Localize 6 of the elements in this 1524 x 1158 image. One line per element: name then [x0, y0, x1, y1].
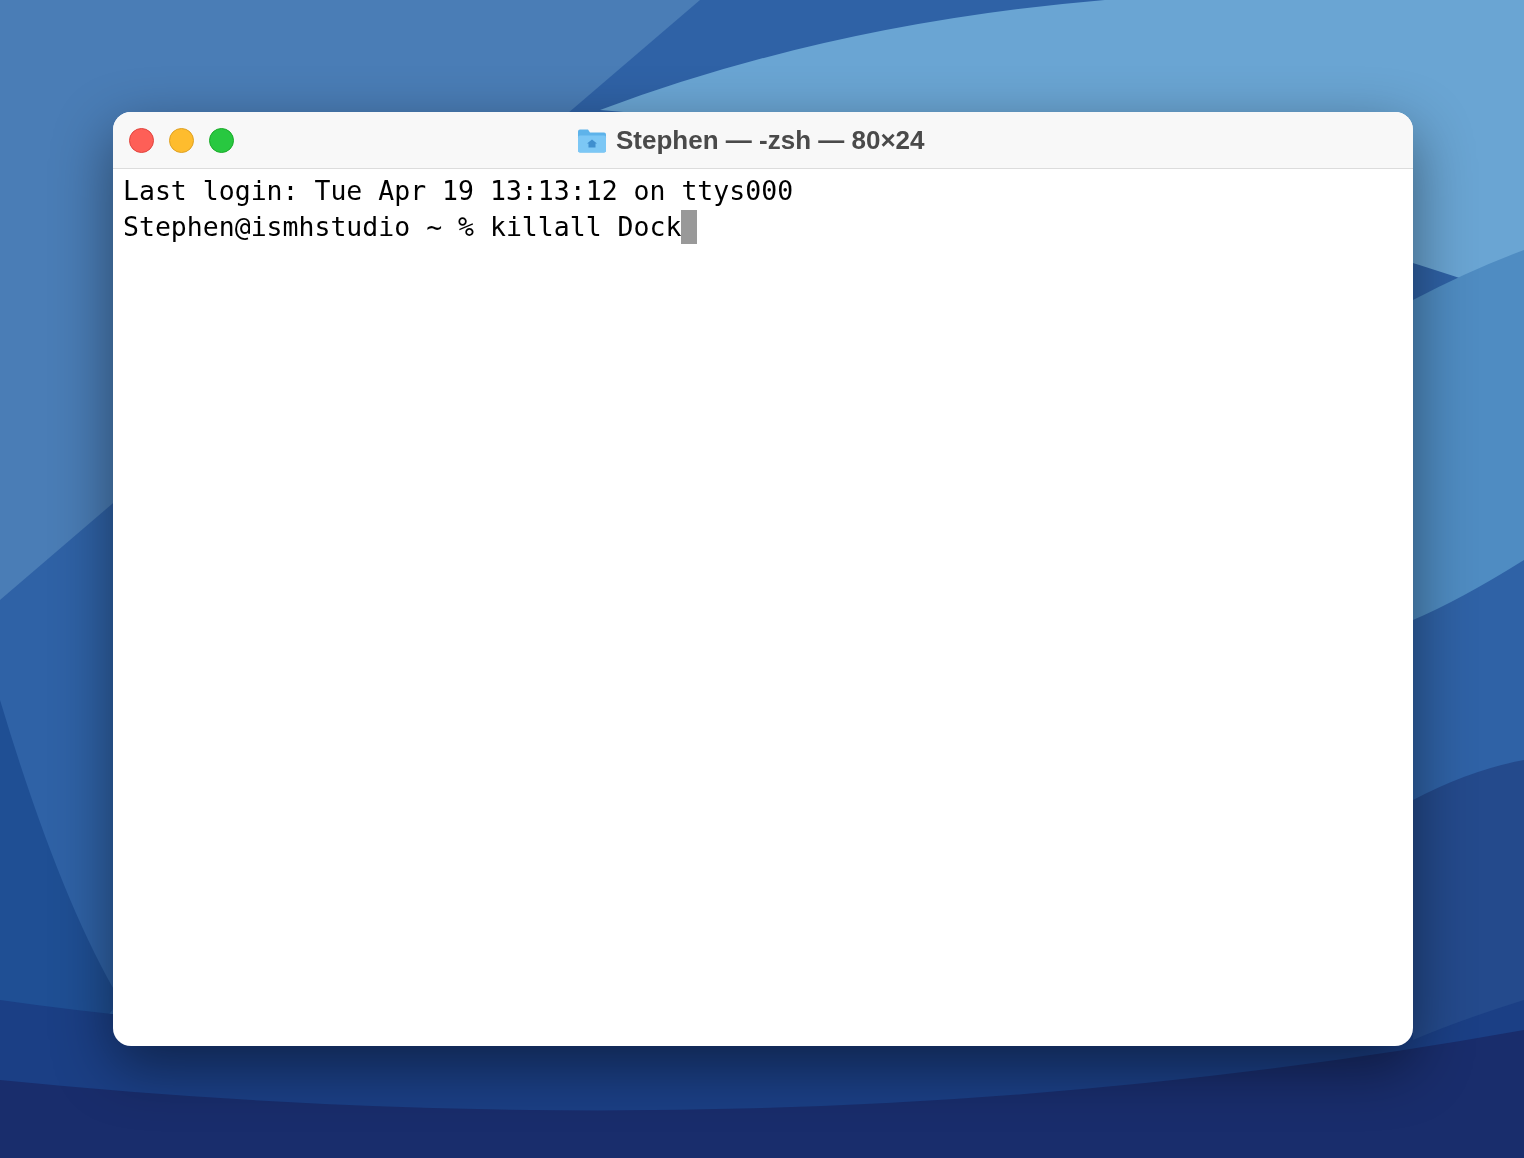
window-title: Stephen — -zsh — 80×24: [616, 124, 925, 156]
terminal-line: Stephen@ismhstudio ~ % killall Dock: [123, 210, 682, 244]
minimize-button[interactable]: [169, 127, 194, 153]
close-button[interactable]: [129, 127, 154, 153]
terminal-line: Last login: Tue Apr 19 13:13:12 on ttys000: [123, 174, 794, 208]
zoom-button[interactable]: [209, 127, 234, 153]
